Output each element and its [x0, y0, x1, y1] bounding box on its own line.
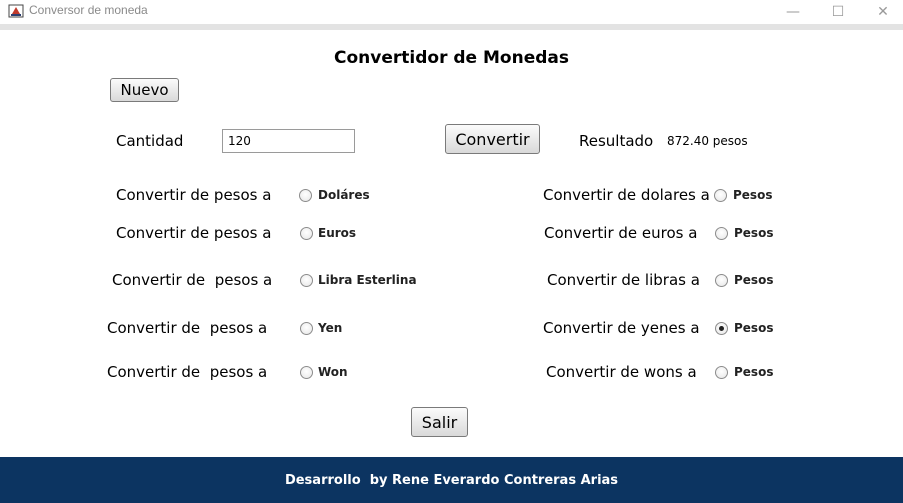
minimize-button[interactable]: —: [770, 0, 816, 24]
option-text: Yen: [318, 321, 343, 335]
option-text: Won: [318, 365, 348, 379]
java-app-icon: [8, 3, 24, 19]
right-option-label: Convertir de libras a: [547, 271, 700, 289]
radio-yen[interactable]: [300, 322, 313, 335]
left-option-label: Convertir de pesos a: [107, 319, 268, 337]
left-option-label: Convertir de pesos a: [107, 363, 268, 381]
radio-dolares[interactable]: [299, 189, 312, 202]
option-text: Euros: [318, 226, 357, 240]
window-title: Conversor de moneda: [29, 3, 148, 17]
option-text: Pesos: [734, 365, 774, 379]
radio-euros[interactable]: [300, 227, 313, 240]
cantidad-label: Cantidad: [116, 132, 184, 150]
salir-button[interactable]: Salir: [411, 407, 468, 437]
option-text: Doláres: [318, 188, 370, 202]
close-button[interactable]: ✕: [860, 0, 903, 24]
radio-won[interactable]: [300, 366, 313, 379]
maximize-button[interactable]: ☐: [815, 0, 861, 24]
radio-libra-esterlina[interactable]: [300, 274, 313, 287]
radio-euros-a-pesos[interactable]: [715, 227, 728, 240]
footer-credit: Desarrollo by Rene Everardo Contreras Ar…: [0, 457, 903, 503]
left-option-label: Convertir de pesos a: [116, 224, 272, 242]
option-text: Pesos: [734, 273, 774, 287]
title-bar-divider: [0, 24, 903, 30]
resultado-value: 872.40 pesos: [667, 134, 748, 148]
resultado-label: Resultado: [579, 132, 654, 150]
page-title: Convertidor de Monedas: [334, 48, 569, 68]
convertir-button[interactable]: Convertir: [445, 124, 540, 154]
option-text: Pesos: [734, 226, 774, 240]
option-text: Pesos: [733, 188, 773, 202]
left-option-label: Convertir de pesos a: [112, 271, 273, 289]
option-text: Pesos: [734, 321, 774, 335]
nuevo-button[interactable]: Nuevo: [110, 78, 179, 102]
right-option-label: Convertir de wons a: [546, 363, 697, 381]
radio-yenes-a-pesos[interactable]: [715, 322, 728, 335]
radio-dolares-a-pesos[interactable]: [714, 189, 727, 202]
right-option-label: Convertir de yenes a: [543, 319, 700, 337]
radio-libras-a-pesos[interactable]: [715, 274, 728, 287]
radio-wons-a-pesos[interactable]: [715, 366, 728, 379]
title-bar: Conversor de moneda — ☐ ✕: [0, 0, 903, 24]
option-text: Libra Esterlina: [318, 273, 417, 287]
right-option-label: Convertir de dolares a: [543, 186, 710, 204]
right-option-label: Convertir de euros a: [544, 224, 698, 242]
cantidad-input[interactable]: 120: [222, 129, 355, 153]
left-option-label: Convertir de pesos a: [116, 186, 272, 204]
